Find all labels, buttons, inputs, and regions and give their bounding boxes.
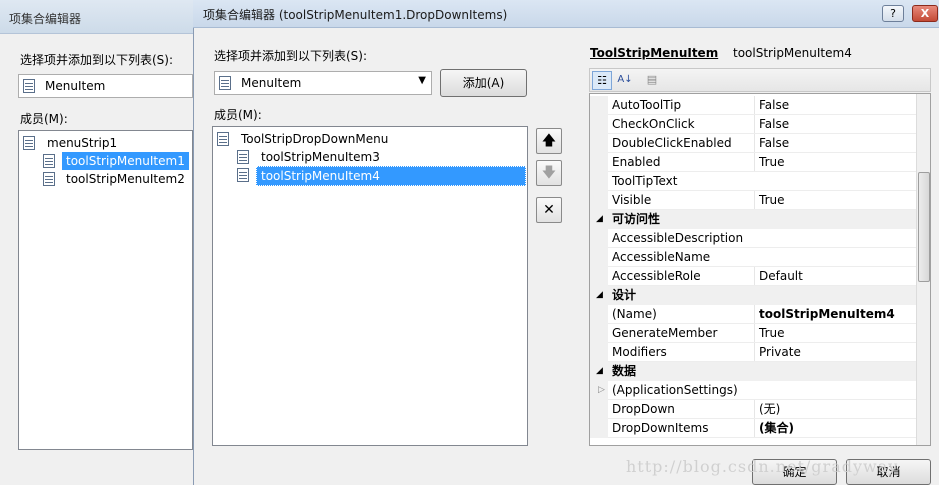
scrollbar-thumb[interactable]: [918, 172, 930, 282]
property-row[interactable]: AccessibleRole Default: [590, 267, 916, 286]
property-row[interactable]: Modifiers Private: [590, 343, 916, 362]
category-design[interactable]: ◢ 设计: [590, 286, 916, 305]
property-row[interactable]: (Name) toolStripMenuItem4: [590, 305, 916, 324]
menuitem-icon: [237, 168, 249, 182]
back-window-titlebar: 项集合编辑器: [0, 0, 196, 34]
chevron-down-icon[interactable]: ▼: [418, 75, 426, 86]
members-label: 成员(M):: [214, 108, 262, 122]
arrow-up-icon: 🡅: [541, 133, 557, 149]
combo-value: MenuItem: [241, 76, 302, 90]
property-row[interactable]: AutoToolTip False: [590, 96, 916, 115]
collapse-icon[interactable]: ◢: [596, 210, 603, 229]
arrow-down-icon: 🡇: [541, 165, 557, 181]
category-accessibility[interactable]: ◢ 可访问性: [590, 210, 916, 229]
menuitem-icon: [219, 76, 231, 90]
property-scrollbar[interactable]: [916, 94, 930, 445]
property-row[interactable]: DropDownItems (集合): [590, 419, 916, 438]
back-item-type-combo[interactable]: MenuItem: [18, 74, 193, 98]
back-select-label: 选择项并添加到以下列表(S):: [20, 53, 174, 67]
collapse-icon[interactable]: ◢: [596, 362, 603, 381]
dialog-titlebar: 项集合编辑器 (toolStripMenuItem1.DropDownItems…: [193, 0, 939, 28]
back-combo-value: MenuItem: [45, 79, 106, 93]
property-row[interactable]: Enabled True: [590, 153, 916, 172]
delete-icon: ✕: [543, 202, 555, 218]
alphabetical-sort-icon[interactable]: A↓: [615, 71, 635, 90]
tree-item-toolstripmenuitem1[interactable]: toolStripMenuItem1: [43, 152, 194, 170]
item-type-combo[interactable]: MenuItem ▼: [214, 71, 432, 95]
watermark-text: http://blog.csdn.net/gradyway: [626, 457, 899, 476]
dropdownmenu-icon: [217, 132, 229, 146]
expand-icon[interactable]: ▷: [598, 381, 605, 400]
back-members-label: 成员(M):: [20, 112, 68, 126]
property-toolbar: ☷ A↓ ▤: [589, 68, 931, 92]
property-row[interactable]: GenerateMember True: [590, 324, 916, 343]
members-tree[interactable]: ToolStripDropDownMenu toolStripMenuItem3…: [212, 126, 528, 446]
property-row[interactable]: CheckOnClick False: [590, 115, 916, 134]
property-grid[interactable]: AutoToolTip False CheckOnClick False Doubl…: [589, 93, 931, 446]
menuitem-icon: [43, 154, 55, 168]
move-up-button[interactable]: 🡅: [536, 128, 562, 154]
property-rows: AutoToolTip False CheckOnClick False Doubl…: [590, 94, 916, 445]
back-window-title: 项集合编辑器: [9, 12, 82, 26]
back-members-tree[interactable]: menuStrip1 toolStripMenuItem1 toolStripM…: [18, 130, 193, 450]
close-button[interactable]: X: [912, 5, 938, 22]
property-row[interactable]: DoubleClickEnabled False: [590, 134, 916, 153]
collapse-icon[interactable]: ◢: [596, 286, 603, 305]
property-row[interactable]: DropDown (无): [590, 400, 916, 419]
property-type-name: ToolStripMenuItem: [590, 46, 719, 60]
menustrip-icon: [23, 136, 35, 150]
category-data[interactable]: ◢ 数据: [590, 362, 916, 381]
tree-item-toolstripmenuitem4[interactable]: toolStripMenuItem4: [237, 166, 527, 186]
property-object-name: toolStripMenuItem4: [733, 46, 852, 60]
help-button[interactable]: ?: [882, 5, 904, 22]
dialog-title: 项集合编辑器 (toolStripMenuItem1.DropDownItems…: [203, 8, 508, 22]
menuitem-icon: [23, 79, 35, 93]
property-row[interactable]: ToolTipText: [590, 172, 916, 191]
property-row[interactable]: AccessibleDescription: [590, 229, 916, 248]
menuitem-icon: [237, 150, 249, 164]
add-button[interactable]: 添加(A): [440, 69, 527, 97]
select-item-label: 选择项并添加到以下列表(S):: [214, 49, 368, 63]
property-row[interactable]: Visible True: [590, 191, 916, 210]
property-row[interactable]: ▷ (ApplicationSettings): [590, 381, 916, 400]
menuitem-icon: [43, 172, 55, 186]
property-row[interactable]: AccessibleName: [590, 248, 916, 267]
move-down-button[interactable]: 🡇: [536, 160, 562, 186]
remove-button[interactable]: ✕: [536, 197, 562, 223]
categorized-view-icon[interactable]: ☷: [592, 71, 612, 90]
property-pages-icon[interactable]: ▤: [642, 71, 662, 90]
